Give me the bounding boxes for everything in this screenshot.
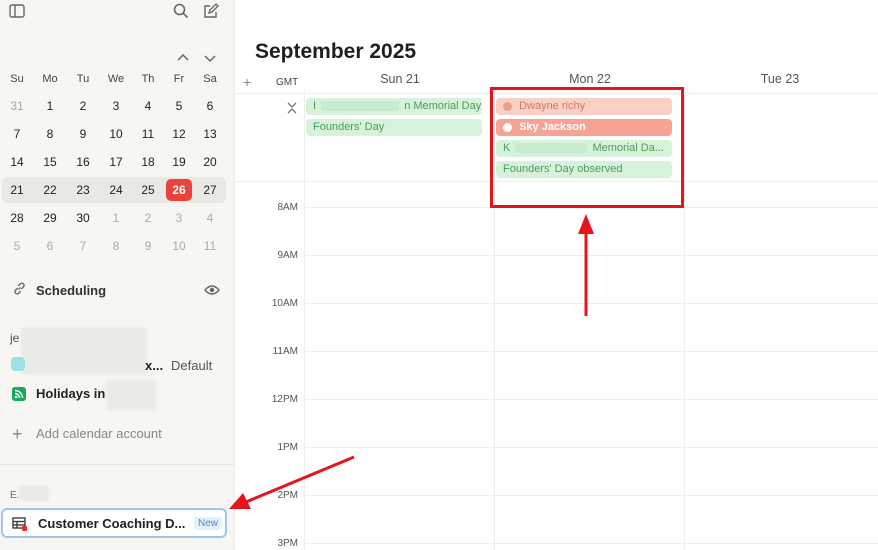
annotation-arrows bbox=[229, 214, 594, 509]
annotation-arrow-left bbox=[245, 455, 355, 504]
annotation-arrowhead bbox=[578, 214, 594, 234]
